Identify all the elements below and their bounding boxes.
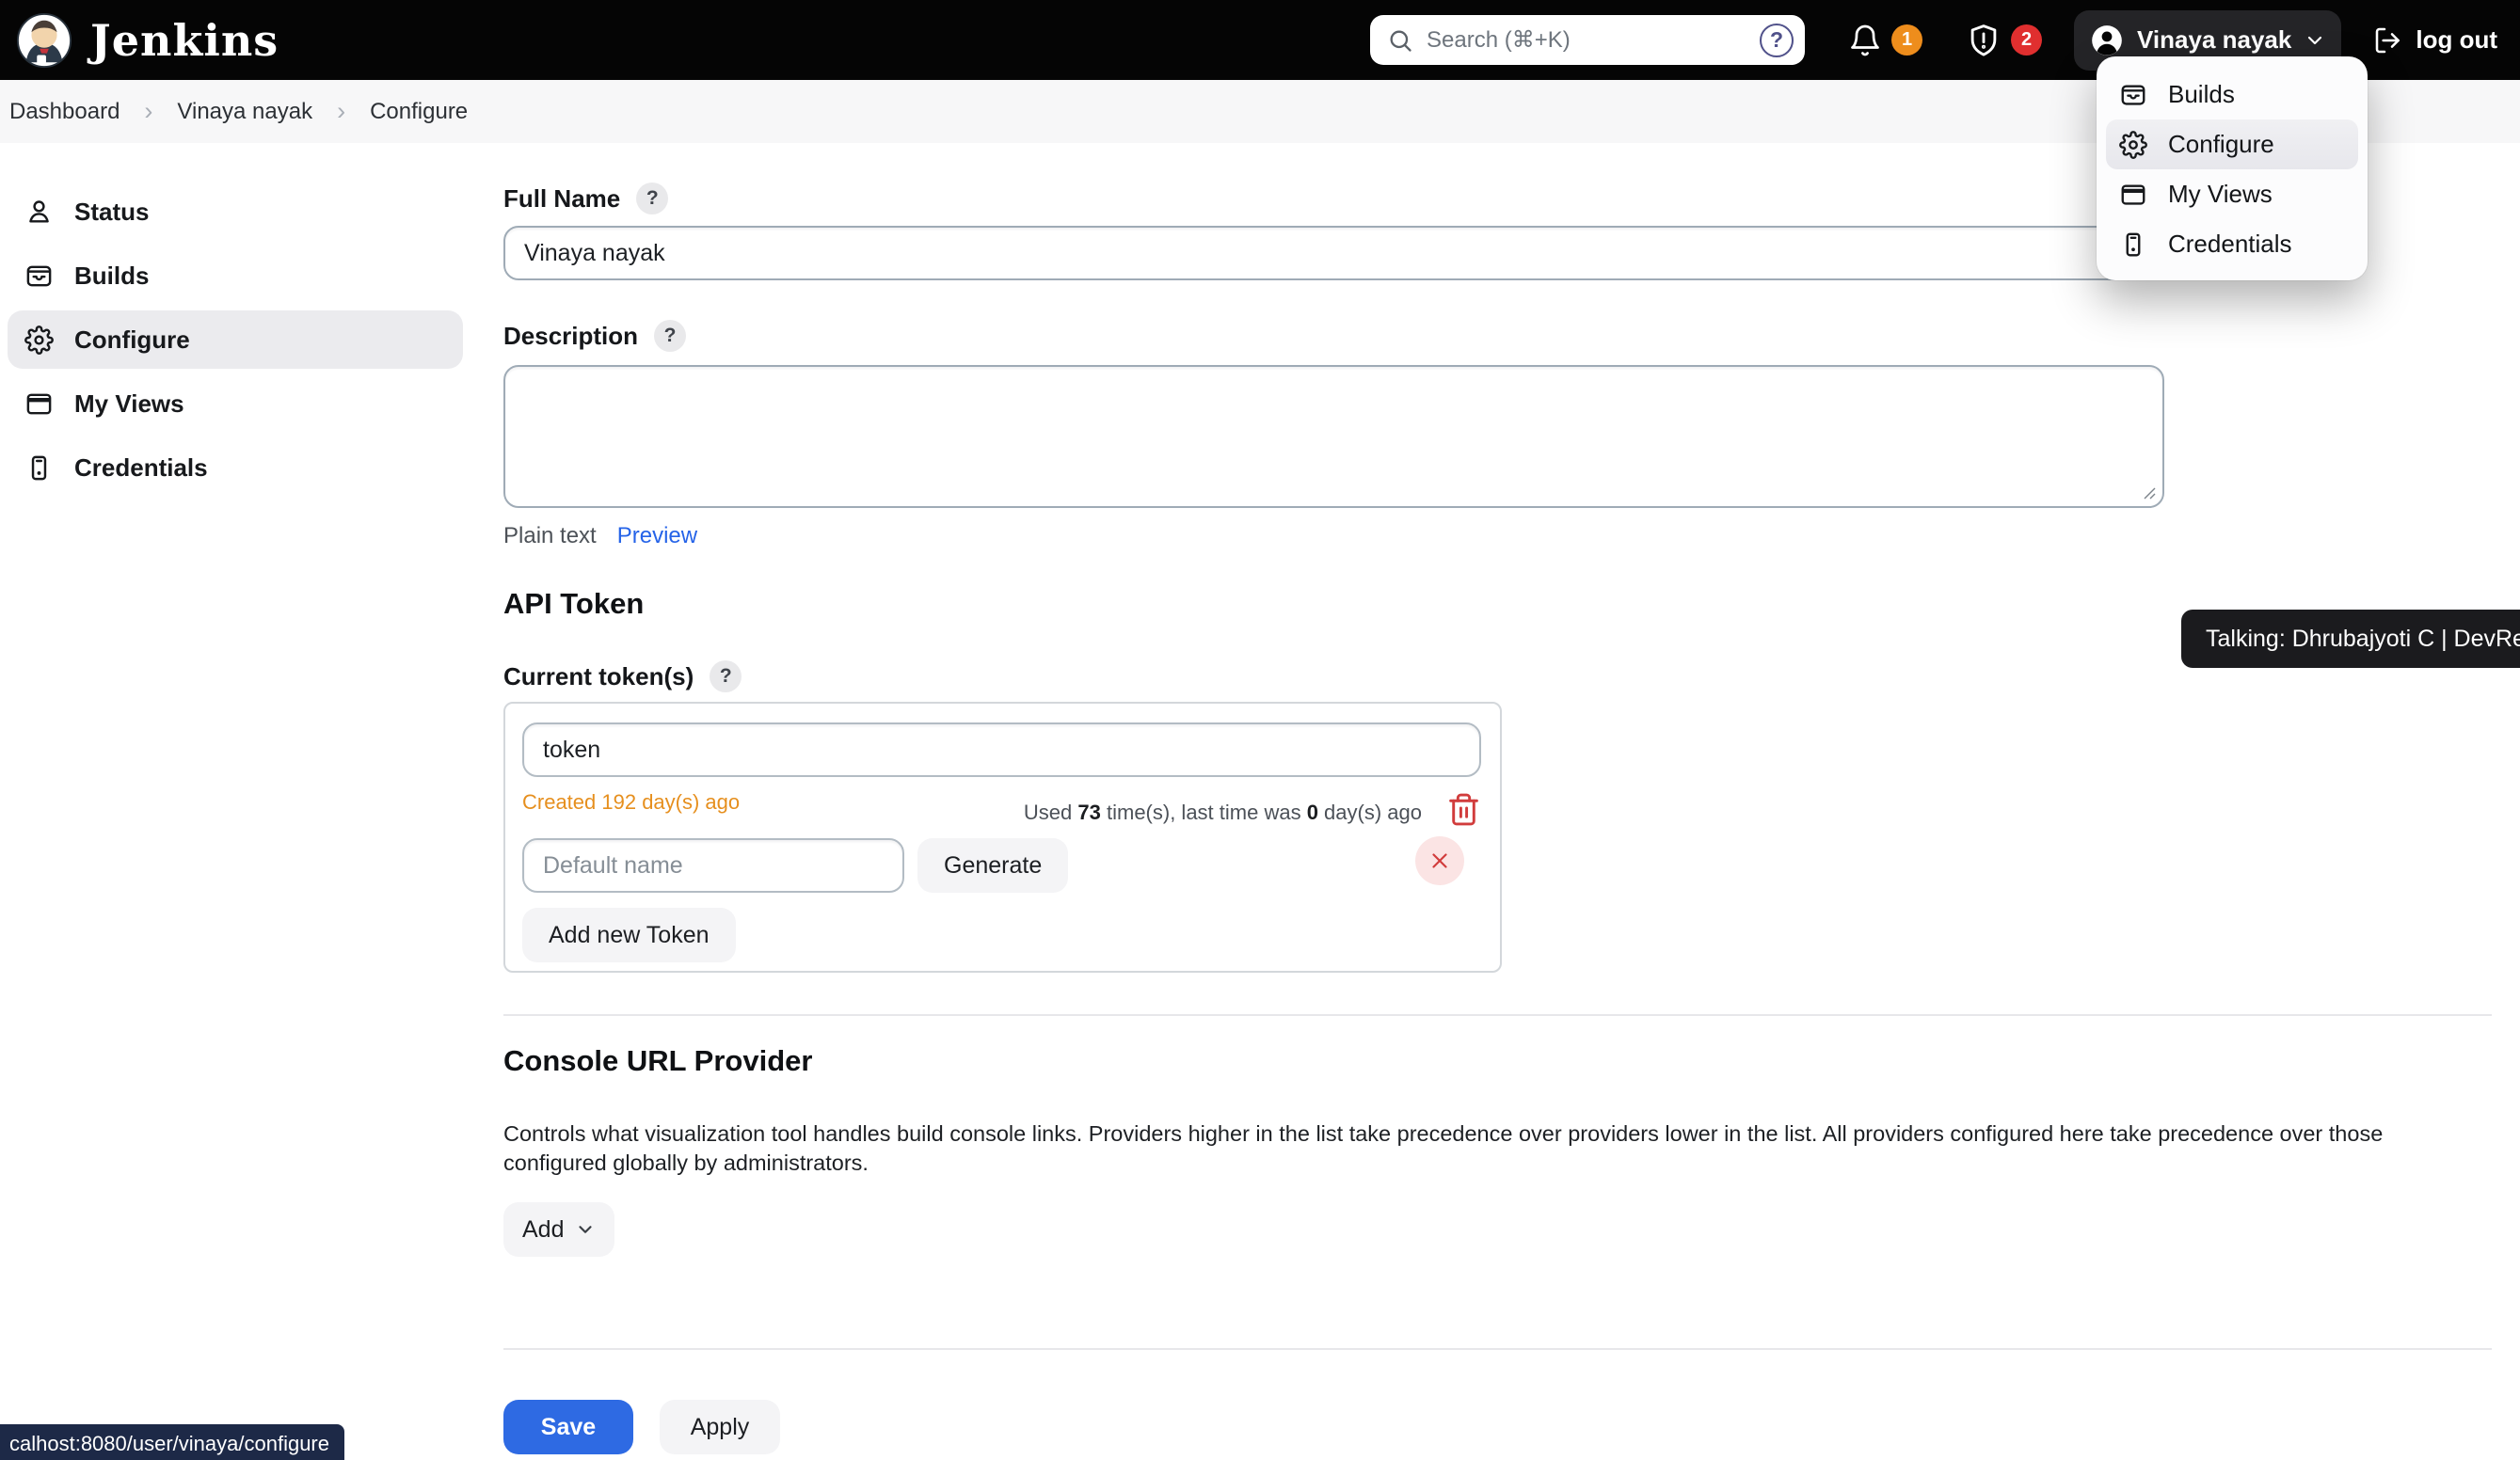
id-card-icon (2119, 230, 2147, 259)
sidebar-item-status[interactable]: Status (8, 182, 463, 241)
logout-label: log out (2416, 25, 2497, 55)
breadcrumb-user[interactable]: Vinaya nayak (177, 99, 312, 125)
sidebar-item-label: Status (74, 198, 149, 227)
generate-button[interactable]: Generate (917, 838, 1068, 893)
search-input[interactable] (1427, 27, 1746, 54)
menu-item-label: Credentials (2168, 230, 2292, 259)
breadcrumb-chevron-icon: › (144, 97, 152, 126)
console-url-description: Controls what visualization tool handles… (503, 1119, 2489, 1178)
description-label: Description (503, 322, 638, 351)
sidebar-item-builds[interactable]: Builds (8, 246, 463, 305)
notifications-button[interactable]: 1 (1848, 24, 1922, 57)
gear-icon (24, 325, 54, 355)
configure-form: Full Name ? Description ? Plain text Pre… (471, 143, 2520, 1460)
save-bar: Save Apply (503, 1348, 2492, 1460)
menu-item-label: My Views (2168, 180, 2273, 209)
user-dropdown-menu: Builds Configure My Views (2097, 56, 2368, 280)
add-new-token-button[interactable]: Add new Token (522, 908, 736, 962)
section-divider (503, 1014, 2492, 1016)
jenkins-home-link[interactable]: Jenkins (0, 11, 279, 70)
sidebar-item-credentials[interactable]: Credentials (8, 438, 463, 497)
sidebar-item-label: Credentials (74, 453, 208, 483)
inbox-icon (2119, 81, 2147, 109)
breadcrumb-chevron-icon: › (337, 97, 345, 126)
description-help-icon[interactable]: ? (654, 320, 686, 352)
sidebar-item-label: My Views (74, 389, 184, 419)
sidebar-item-configure[interactable]: Configure (8, 310, 463, 369)
logout-icon (2373, 25, 2403, 56)
menu-item-label: Configure (2168, 130, 2274, 159)
cancel-token-button[interactable] (1415, 836, 1464, 885)
jenkins-user-configure-page: Jenkins ? 1 (0, 0, 2520, 1460)
token-box: Created 192 day(s) ago Used 73 time(s), … (503, 702, 1502, 973)
sidebar-item-label: Builds (74, 262, 149, 291)
breadcrumb-configure[interactable]: Configure (370, 99, 468, 125)
menu-item-credentials[interactable]: Credentials (2106, 219, 2358, 269)
description-textarea-wrap (503, 365, 2164, 508)
token-meta-row: Created 192 day(s) ago Used 73 time(s), … (522, 786, 1481, 827)
sidebar-item-my-views[interactable]: My Views (8, 374, 463, 433)
add-provider-label: Add (522, 1216, 564, 1244)
full-name-help-icon[interactable]: ? (636, 182, 668, 214)
menu-item-builds[interactable]: Builds (2106, 70, 2358, 119)
full-name-input[interactable] (503, 226, 2164, 280)
avatar-icon (2089, 23, 2125, 58)
global-search: ? (1370, 15, 1805, 65)
menu-item-label: Builds (2168, 80, 2235, 109)
link-url-statusbar: calhost:8080/user/vinaya/configure (0, 1424, 344, 1460)
brand-title: Jenkins (90, 15, 279, 66)
add-provider-button[interactable]: Add (503, 1202, 614, 1257)
menu-item-my-views[interactable]: My Views (2106, 169, 2358, 219)
description-textarea[interactable] (505, 367, 2162, 506)
token-created-text: Created 192 day(s) ago (522, 790, 740, 815)
chevron-down-icon (2304, 29, 2326, 52)
trash-icon[interactable] (1446, 792, 1481, 827)
inbox-icon (24, 262, 54, 291)
search-icon (1387, 27, 1413, 54)
resize-grip-icon[interactable] (2141, 484, 2156, 500)
save-button[interactable]: Save (503, 1400, 633, 1454)
console-url-heading: Console URL Provider (503, 1044, 2492, 1078)
jenkins-butler-logo-icon (15, 11, 73, 70)
id-card-icon (24, 453, 54, 483)
sidebar: Status Builds Configure (0, 143, 471, 1460)
warning-count-badge: 2 (2011, 24, 2042, 56)
notification-count-badge: 1 (1891, 24, 1922, 56)
gear-icon (2119, 131, 2147, 159)
user-icon (24, 198, 54, 227)
menu-item-configure[interactable]: Configure (2106, 119, 2358, 169)
security-warnings-button[interactable]: 2 (1966, 23, 2042, 58)
format-label: Plain text (503, 523, 597, 549)
bell-icon (1848, 24, 1882, 57)
token-name-input[interactable] (522, 722, 1481, 777)
current-tokens-help-icon[interactable]: ? (710, 660, 742, 692)
apply-button[interactable]: Apply (660, 1400, 780, 1454)
generate-row: Generate (522, 838, 1481, 893)
chevron-down-icon (575, 1219, 596, 1240)
breadcrumb-dashboard[interactable]: Dashboard (9, 99, 120, 125)
window-icon (2119, 181, 2147, 209)
new-token-name-input[interactable] (522, 838, 904, 893)
logout-button[interactable]: log out (2373, 25, 2497, 56)
preview-link[interactable]: Preview (617, 523, 697, 549)
sidebar-item-label: Configure (74, 325, 190, 355)
user-name-label: Vinaya nayak (2137, 25, 2291, 55)
full-name-label: Full Name (503, 184, 620, 214)
search-help-icon[interactable]: ? (1760, 24, 1794, 57)
shield-warning-icon (1966, 23, 2002, 58)
token-usage-text: Used 73 time(s), last time was 0 day(s) … (1024, 801, 1422, 825)
talking-status-tooltip: Talking: Dhrubajyoti C | DevRel En... (2181, 610, 2520, 668)
current-tokens-label: Current token(s) (503, 662, 694, 691)
window-icon (24, 389, 54, 419)
